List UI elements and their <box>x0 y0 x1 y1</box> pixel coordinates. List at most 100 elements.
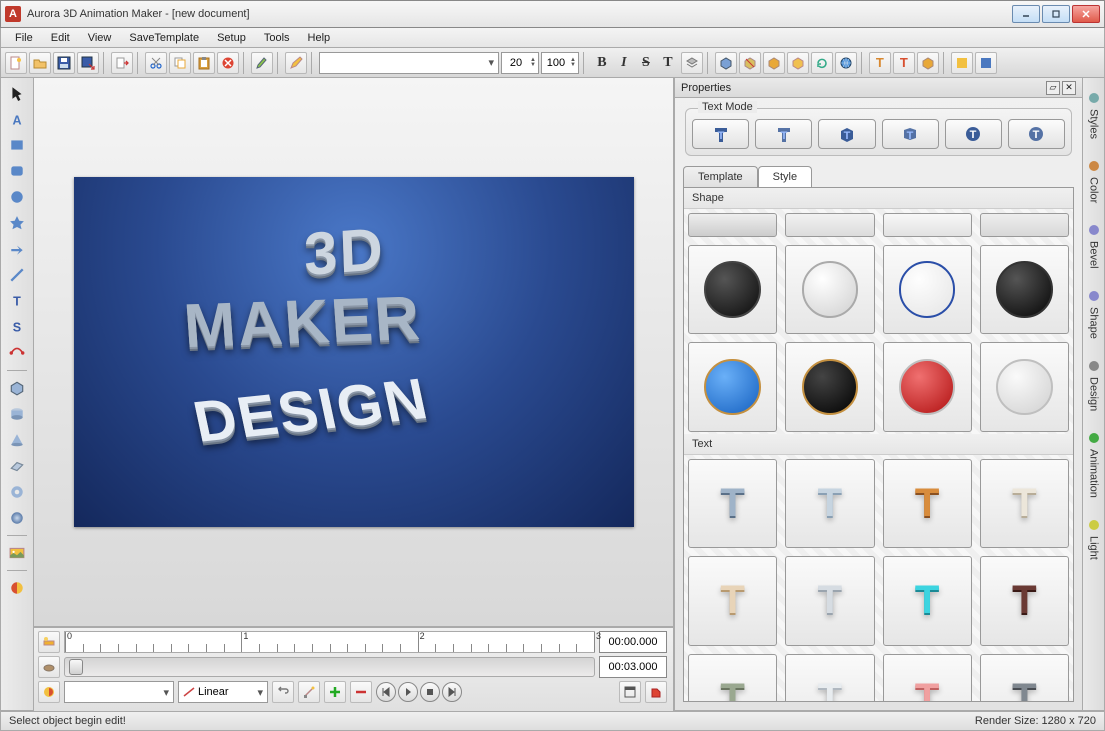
side-tab-styles[interactable]: Styles <box>1084 84 1104 146</box>
text-swatch-9[interactable]: T <box>785 654 874 702</box>
first-frame-button[interactable] <box>376 682 396 702</box>
circle-tool[interactable] <box>5 186 29 208</box>
shape-swatch-8[interactable] <box>688 342 777 431</box>
new-button[interactable] <box>5 52 27 74</box>
play-button[interactable] <box>398 682 418 702</box>
brush-button[interactable] <box>251 52 273 74</box>
plane-tool[interactable] <box>5 455 29 477</box>
text-mode-2[interactable]: T <box>755 119 812 149</box>
cube-4-button[interactable] <box>787 52 809 74</box>
shape-swatch-10[interactable] <box>883 342 972 431</box>
menu-edit[interactable]: Edit <box>43 30 78 46</box>
end-time-field[interactable]: 00:03.000 <box>599 656 667 678</box>
rect-tool[interactable] <box>5 134 29 156</box>
t3d-2-button[interactable]: T <box>893 52 915 74</box>
save-button[interactable] <box>53 52 75 74</box>
shape-swatch-1[interactable] <box>785 213 874 237</box>
menu-view[interactable]: View <box>80 30 120 46</box>
paste-button[interactable] <box>193 52 215 74</box>
menu-file[interactable]: File <box>7 30 41 46</box>
export-button[interactable] <box>111 52 133 74</box>
last-frame-button[interactable] <box>442 682 462 702</box>
arrow-tool[interactable] <box>5 238 29 260</box>
text-swatch-3[interactable]: T <box>980 459 1069 548</box>
pointer-tool[interactable] <box>5 82 29 104</box>
canvas-3d[interactable]: 3D MAKER DESIGN <box>74 177 634 527</box>
shape-swatch-0[interactable] <box>688 213 777 237</box>
shape-swatch-3[interactable] <box>980 213 1069 237</box>
t3d-1-button[interactable]: T <box>869 52 891 74</box>
text-swatch-7[interactable]: T <box>980 556 1069 645</box>
font-size-1[interactable]: ▲▼ <box>501 52 539 74</box>
delete-button[interactable] <box>217 52 239 74</box>
open-button[interactable] <box>29 52 51 74</box>
fg-color-button[interactable] <box>975 52 997 74</box>
menu-help[interactable]: Help <box>300 30 339 46</box>
text-swatch-2[interactable]: T <box>883 459 972 548</box>
cube-3-button[interactable] <box>763 52 785 74</box>
camera-tool[interactable] <box>5 577 29 599</box>
font-style-b[interactable]: B <box>591 52 613 74</box>
layers-button[interactable] <box>681 52 703 74</box>
timeline-keyframe-button[interactable] <box>38 631 60 653</box>
side-tab-color[interactable]: Color <box>1084 152 1104 210</box>
menu-setup[interactable]: Setup <box>209 30 254 46</box>
shape-swatch-6[interactable] <box>883 245 972 334</box>
current-time-field[interactable]: 00:00.000 <box>599 631 667 653</box>
close-button[interactable] <box>1072 5 1100 23</box>
text-mode-3[interactable]: T <box>818 119 875 149</box>
font-size-2[interactable]: ▲▼ <box>541 52 579 74</box>
text-swatch-0[interactable]: T <box>688 459 777 548</box>
text-swatch-8[interactable]: T <box>688 654 777 702</box>
pen-tool[interactable] <box>5 342 29 364</box>
text-swatch-10[interactable]: T <box>883 654 972 702</box>
loop-button[interactable] <box>272 681 294 703</box>
tab-style[interactable]: Style <box>758 166 812 187</box>
shape-swatch-9[interactable] <box>785 342 874 431</box>
tab-template[interactable]: Template <box>683 166 758 187</box>
panel-float-button[interactable]: ▱ <box>1046 81 1060 95</box>
star-tool[interactable] <box>5 212 29 234</box>
remove-keyframe-button[interactable] <box>350 681 372 703</box>
text-mode-4[interactable]: T <box>882 119 939 149</box>
torus-tool[interactable] <box>5 481 29 503</box>
s3d-tool[interactable]: S <box>5 316 29 338</box>
text-swatch-4[interactable]: T <box>688 556 777 645</box>
add-keyframe-button[interactable] <box>324 681 346 703</box>
timeline-export-button[interactable] <box>645 681 667 703</box>
side-tab-shape[interactable]: Shape <box>1084 282 1104 346</box>
refresh-button[interactable] <box>811 52 833 74</box>
bg-color-button[interactable] <box>951 52 973 74</box>
t3d-tool[interactable]: T <box>5 290 29 312</box>
timeline-panel-button[interactable] <box>619 681 641 703</box>
timeline-motion-button[interactable] <box>38 681 60 703</box>
side-tab-bevel[interactable]: Bevel <box>1084 216 1104 276</box>
globe-button[interactable] <box>835 52 857 74</box>
settings-button[interactable] <box>298 681 320 703</box>
cube-1-button[interactable] <box>715 52 737 74</box>
font-style-t[interactable]: T <box>657 52 679 74</box>
side-tab-design[interactable]: Design <box>1084 352 1104 418</box>
shape-swatch-4[interactable] <box>688 245 777 334</box>
text-mode-6[interactable]: T <box>1008 119 1065 149</box>
shape-swatch-2[interactable] <box>883 213 972 237</box>
maximize-button[interactable] <box>1042 5 1070 23</box>
sphere-tool[interactable] <box>5 507 29 529</box>
cut-button[interactable] <box>145 52 167 74</box>
text-mode-1[interactable]: T <box>692 119 749 149</box>
t3d-3-button[interactable] <box>917 52 939 74</box>
round-rect-tool[interactable] <box>5 160 29 182</box>
text-mode-5[interactable]: T <box>945 119 1002 149</box>
panel-close-button[interactable]: ✕ <box>1062 81 1076 95</box>
timeline-object-button[interactable] <box>38 656 60 678</box>
minimize-button[interactable] <box>1012 5 1040 23</box>
copy-button[interactable] <box>169 52 191 74</box>
cube-tool[interactable] <box>5 377 29 399</box>
font-style-s[interactable]: S <box>635 52 657 74</box>
side-tab-light[interactable]: Light <box>1084 511 1104 567</box>
line-tool[interactable] <box>5 264 29 286</box>
interpolation-combo[interactable]: Linear <box>178 681 268 703</box>
menu-tools[interactable]: Tools <box>256 30 298 46</box>
text-swatch-6[interactable]: T <box>883 556 972 645</box>
font-style-i[interactable]: I <box>613 52 635 74</box>
